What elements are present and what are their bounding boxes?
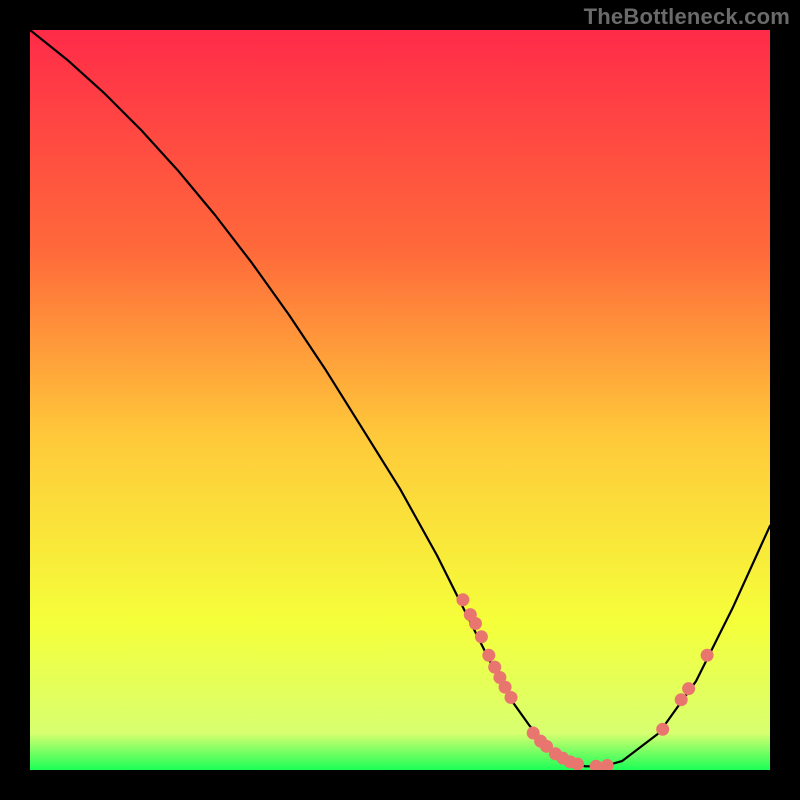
bottleneck-chart	[30, 30, 770, 770]
chart-container: TheBottleneck.com	[0, 0, 800, 800]
plot-area	[30, 30, 770, 770]
watermark-text: TheBottleneck.com	[584, 4, 790, 30]
